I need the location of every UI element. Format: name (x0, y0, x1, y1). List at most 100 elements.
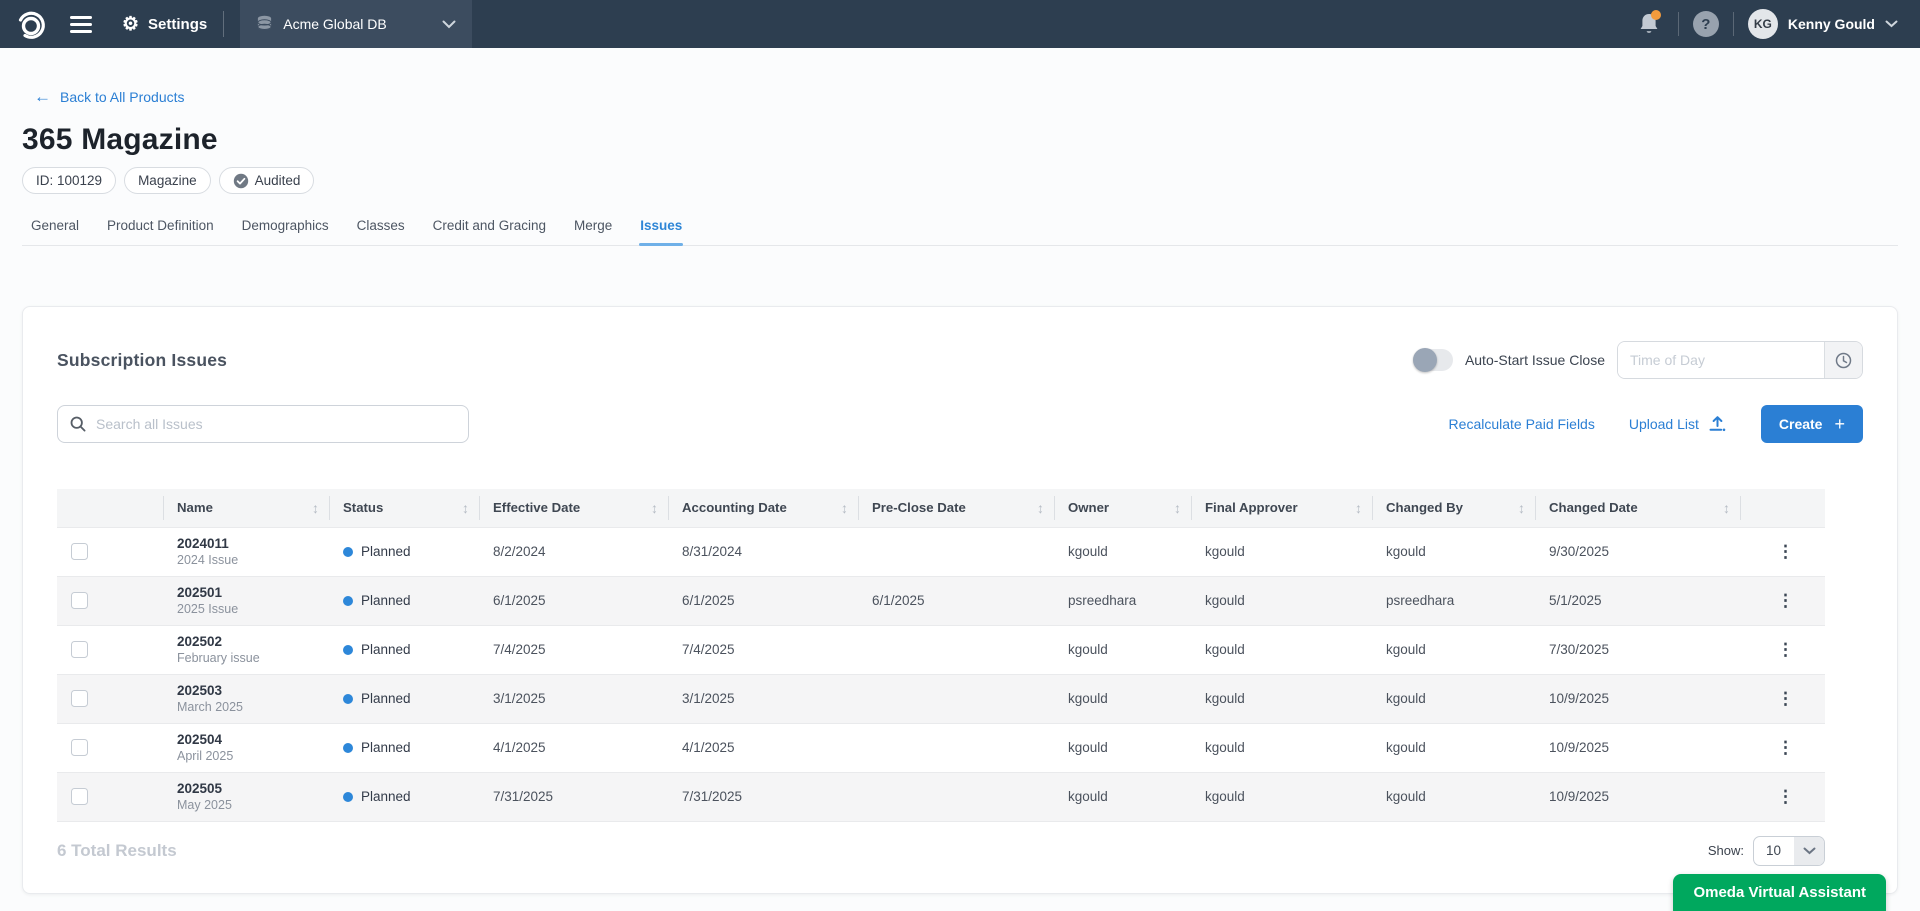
tab-credit-and-gracing[interactable]: Credit and Gracing (432, 218, 547, 245)
issue-subtitle: 2025 Issue (177, 602, 321, 616)
virtual-assistant-button[interactable]: Omeda Virtual Assistant (1673, 874, 1886, 911)
user-menu[interactable]: KG Kenny Gould (1748, 9, 1898, 39)
page-size-select[interactable]: 10 (1753, 836, 1825, 866)
omeda-logo-icon[interactable] (14, 7, 48, 41)
table-row: 202501 2025 Issue Planned 6/1/2025 6/1/2… (57, 576, 1825, 625)
issue-name[interactable]: 202501 (177, 585, 321, 600)
column-header-final-approver[interactable]: Final Approver ↕ (1191, 489, 1372, 527)
status-dot-icon (343, 596, 353, 606)
notifications-button[interactable] (1638, 12, 1660, 36)
pre-close-date-cell: 6/1/2025 (858, 576, 1054, 625)
column-header-changed-date[interactable]: Changed Date ↕ (1535, 489, 1740, 527)
nav-settings[interactable]: ⚙ Settings (122, 15, 207, 34)
column-header-effective-date[interactable]: Effective Date ↕ (479, 489, 668, 527)
sort-icon[interactable]: ↕ (1037, 500, 1046, 516)
tab-classes[interactable]: Classes (356, 218, 406, 245)
database-selector[interactable]: Acme Global DB (240, 0, 472, 48)
column-header-changed-by[interactable]: Changed By ↕ (1372, 489, 1535, 527)
final-approver-cell: kgould (1191, 625, 1372, 674)
time-of-day-field (1617, 341, 1863, 379)
table-row: 202504 April 2025 Planned 4/1/2025 4/1/2… (57, 723, 1825, 772)
pre-close-date-cell (858, 723, 1054, 772)
recalculate-paid-fields-link[interactable]: Recalculate Paid Fields (1449, 416, 1595, 432)
column-header-accounting-date[interactable]: Accounting Date ↕ (668, 489, 858, 527)
owner-cell: kgould (1054, 527, 1191, 576)
tab-merge[interactable]: Merge (573, 218, 613, 245)
help-button[interactable]: ? (1693, 11, 1719, 37)
main-content: ← Back to All Products 365 Magazine ID: … (0, 48, 1920, 894)
effective-date-cell: 4/1/2025 (479, 723, 668, 772)
column-header-label: Pre-Close Date (872, 500, 966, 515)
accounting-date-cell: 7/4/2025 (668, 625, 858, 674)
create-button[interactable]: Create + (1761, 405, 1863, 443)
final-approver-cell: kgould (1191, 674, 1372, 723)
issue-name[interactable]: 202502 (177, 634, 321, 649)
column-header-owner[interactable]: Owner ↕ (1054, 489, 1191, 527)
card-title: Subscription Issues (57, 350, 227, 371)
pre-close-date-cell (858, 772, 1054, 821)
changed-date-cell: 10/9/2025 (1535, 772, 1740, 821)
column-header-status[interactable]: Status ↕ (329, 489, 479, 527)
tab-general[interactable]: General (30, 218, 80, 245)
issue-name[interactable]: 202505 (177, 781, 321, 796)
issue-name[interactable]: 202504 (177, 732, 321, 747)
sort-icon[interactable]: ↕ (462, 500, 471, 516)
row-checkbox[interactable] (71, 690, 88, 707)
clock-icon[interactable] (1824, 342, 1862, 378)
row-checkbox[interactable] (71, 543, 88, 560)
status-label: Planned (361, 642, 411, 657)
table-row: 202503 March 2025 Planned 3/1/2025 3/1/2… (57, 674, 1825, 723)
row-actions-menu-icon[interactable]: ⋮ (1771, 541, 1800, 562)
tab-demographics[interactable]: Demographics (241, 218, 330, 245)
page-size-value: 10 (1754, 837, 1794, 865)
accounting-date-cell: 8/31/2024 (668, 527, 858, 576)
column-header-label: Status (343, 500, 383, 515)
tab-product-definition[interactable]: Product Definition (106, 218, 215, 245)
navbar-divider (1733, 12, 1734, 36)
effective-date-cell: 7/31/2025 (479, 772, 668, 821)
tab-label: Demographics (242, 218, 329, 233)
sort-icon[interactable]: ↕ (1174, 500, 1183, 516)
accounting-date-cell: 7/31/2025 (668, 772, 858, 821)
row-actions-menu-icon[interactable]: ⋮ (1771, 737, 1800, 758)
issue-name[interactable]: 202503 (177, 683, 321, 698)
sort-icon[interactable]: ↕ (841, 500, 850, 516)
row-actions-menu-icon[interactable]: ⋮ (1771, 688, 1800, 709)
changed-date-cell: 7/30/2025 (1535, 625, 1740, 674)
effective-date-cell: 3/1/2025 (479, 674, 668, 723)
plus-icon: + (1834, 415, 1845, 433)
accounting-date-cell: 4/1/2025 (668, 723, 858, 772)
top-navbar: ⚙ Settings Acme Global DB ? KG Kenny Gou… (0, 0, 1920, 48)
row-checkbox[interactable] (71, 739, 88, 756)
column-header-name[interactable]: Name ↕ (163, 489, 329, 527)
status-dot-icon (343, 547, 353, 557)
total-results: 6 Total Results (57, 841, 177, 861)
changed-by-cell: kgould (1372, 674, 1535, 723)
search-input[interactable] (96, 416, 456, 432)
row-actions-menu-icon[interactable]: ⋮ (1771, 786, 1800, 807)
sort-icon[interactable]: ↕ (1518, 500, 1527, 516)
status-label: Planned (361, 593, 411, 608)
upload-list-link[interactable]: Upload List (1629, 415, 1727, 433)
sort-icon[interactable]: ↕ (651, 500, 660, 516)
hamburger-menu-icon[interactable] (70, 16, 92, 33)
owner-cell: kgould (1054, 625, 1191, 674)
row-checkbox[interactable] (71, 788, 88, 805)
tab-issues[interactable]: Issues (639, 218, 683, 245)
row-checkbox[interactable] (71, 641, 88, 658)
issue-name[interactable]: 2024011 (177, 536, 321, 551)
column-header-pre-close-date[interactable]: Pre-Close Date ↕ (858, 489, 1054, 527)
row-checkbox[interactable] (71, 592, 88, 609)
auto-start-issue-close-toggle[interactable] (1413, 349, 1453, 371)
issues-table: Name ↕ Status ↕ Effective Date ↕ Account… (57, 489, 1825, 822)
sort-icon[interactable]: ↕ (1355, 500, 1364, 516)
back-link[interactable]: ← Back to All Products (34, 88, 185, 105)
row-actions-menu-icon[interactable]: ⋮ (1771, 639, 1800, 660)
status-badge: Audited (219, 167, 315, 194)
sort-icon[interactable]: ↕ (312, 500, 321, 516)
sort-icon[interactable]: ↕ (1723, 500, 1732, 516)
time-of-day-input[interactable] (1618, 342, 1824, 378)
row-actions-menu-icon[interactable]: ⋮ (1771, 590, 1800, 611)
effective-date-cell: 6/1/2025 (479, 576, 668, 625)
status-label: Planned (361, 740, 411, 755)
